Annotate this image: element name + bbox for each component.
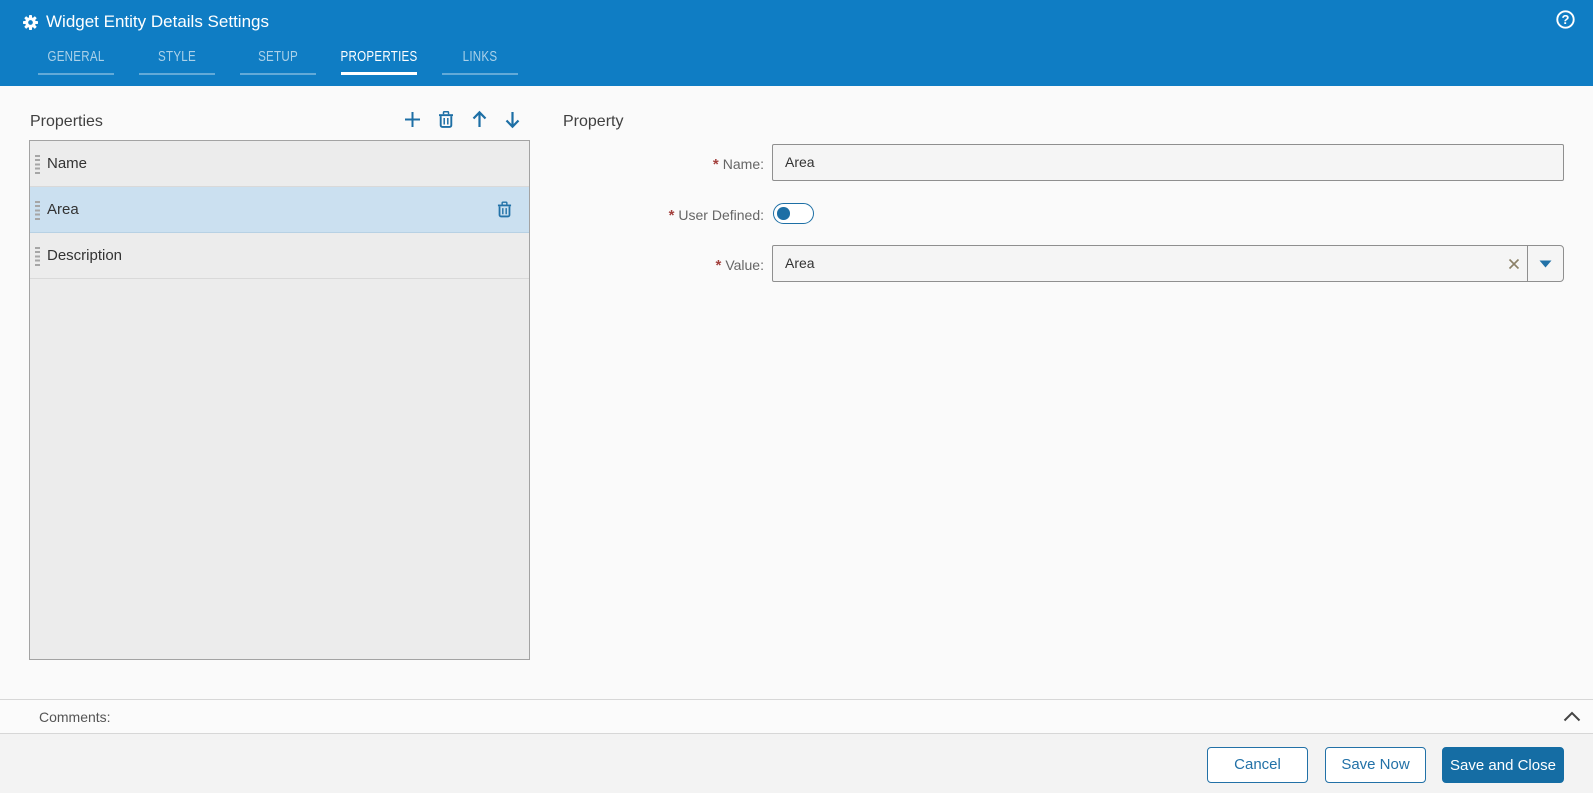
svg-text:?: ? [1562, 12, 1570, 27]
